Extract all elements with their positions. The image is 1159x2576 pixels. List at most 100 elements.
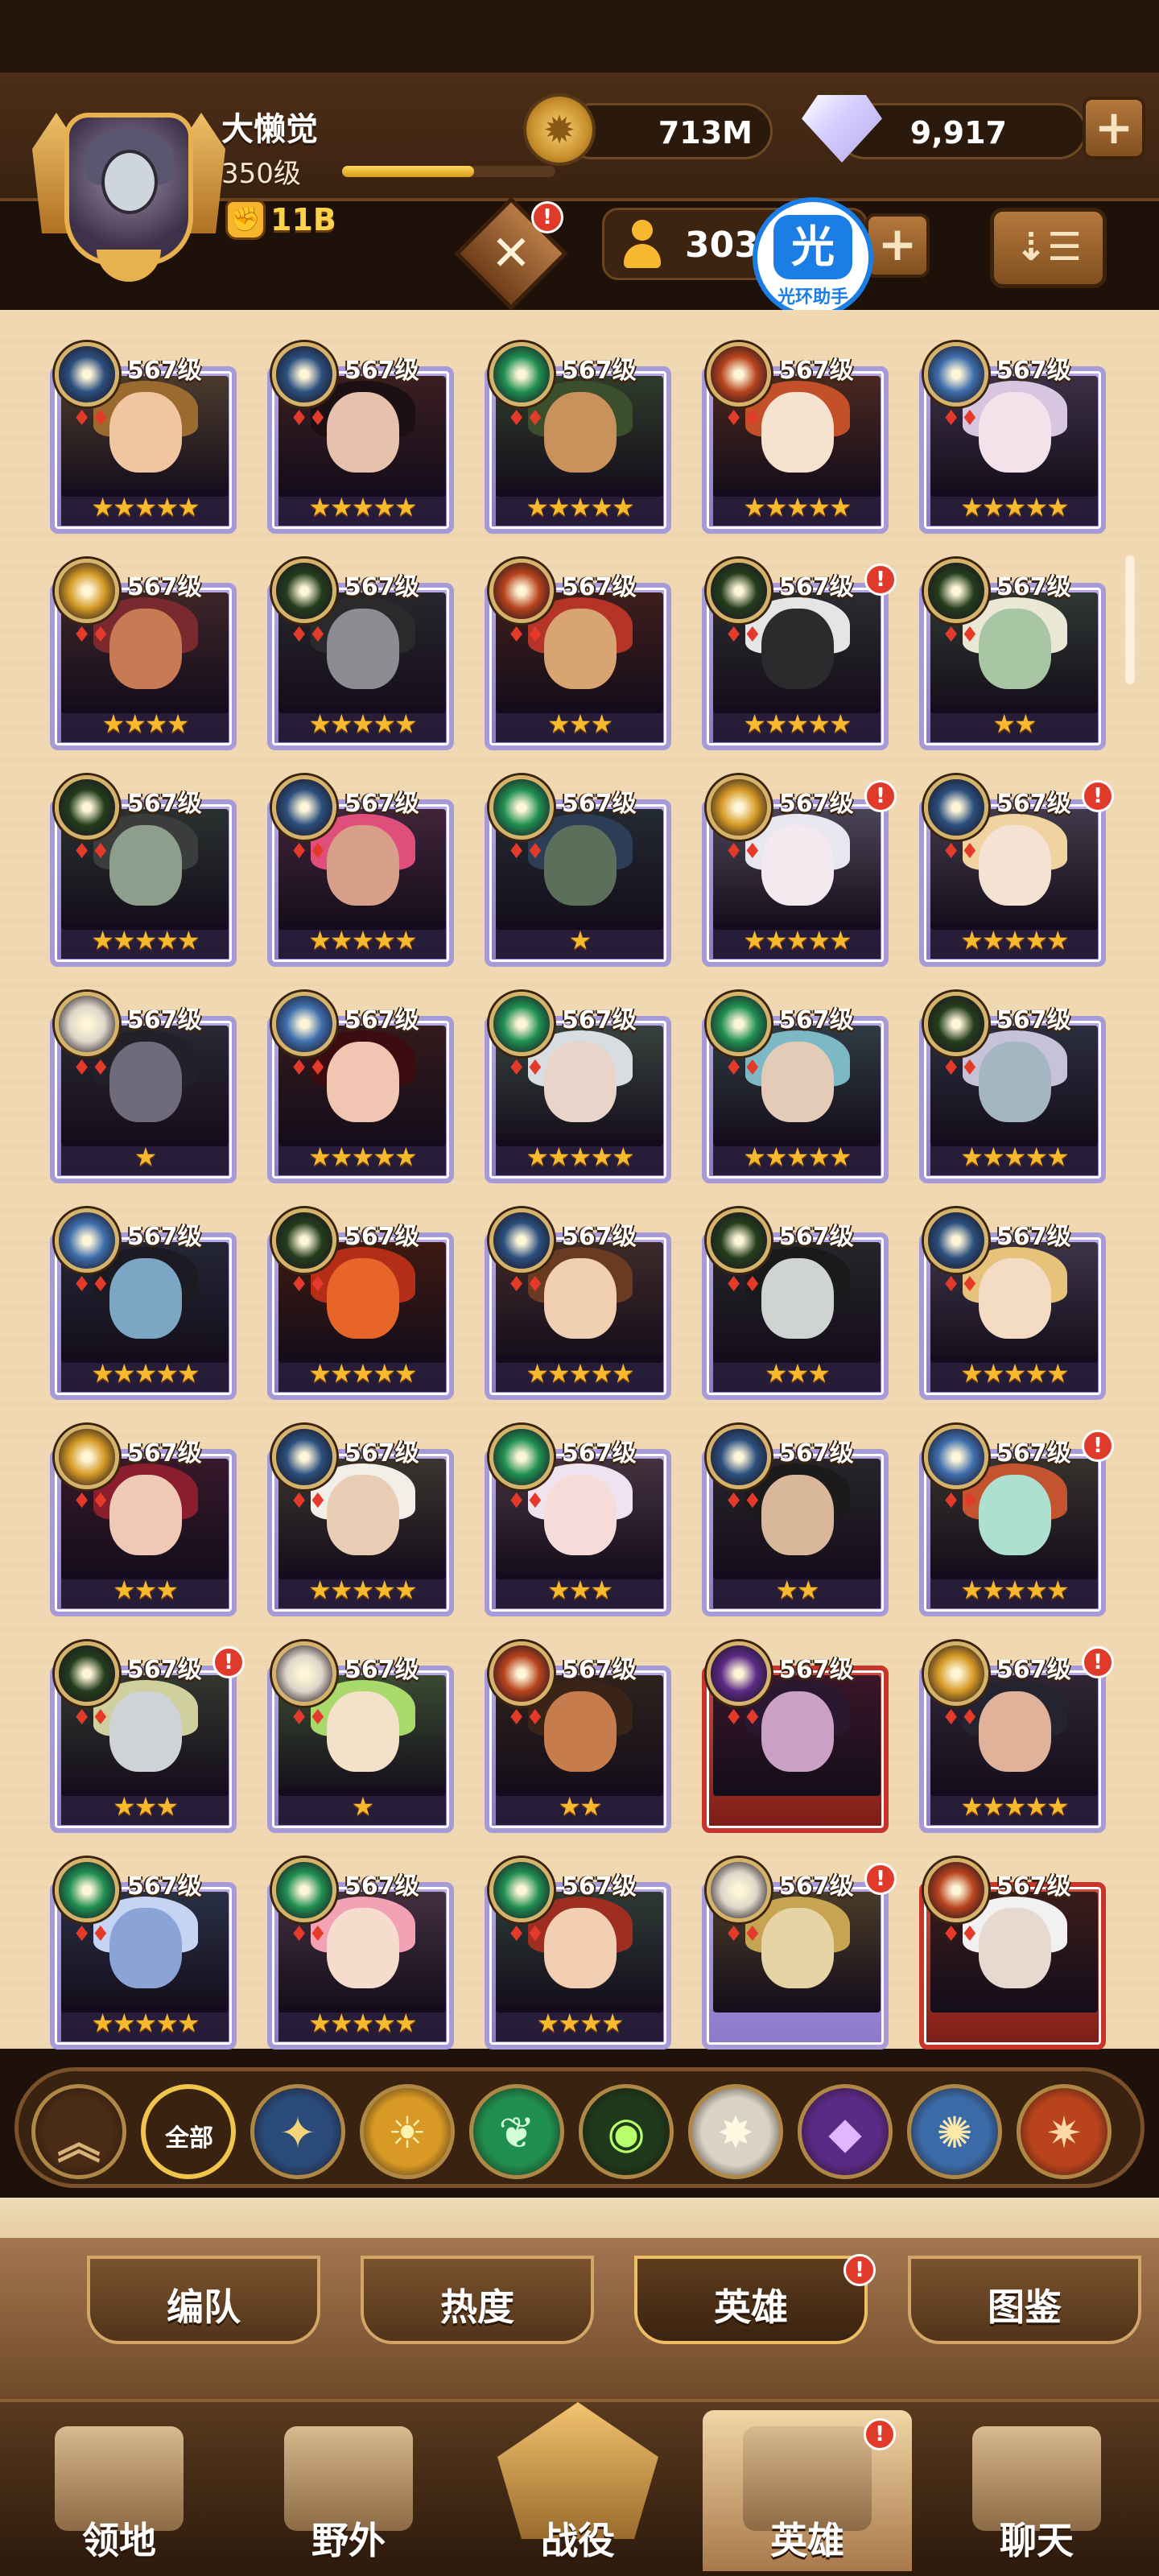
- nav-chat[interactable]: 聊天: [932, 2410, 1141, 2571]
- star-rating: ★★★★★: [960, 492, 1069, 522]
- avatar-gem: [97, 250, 161, 282]
- hero-face: [544, 1691, 617, 1772]
- red-gem-icon: ♦♦: [507, 1489, 545, 1513]
- nav-territory[interactable]: 领地: [14, 2410, 224, 2571]
- hero-card[interactable]: ★★★★★ ♦♦ 567级: [267, 559, 460, 752]
- hero-card[interactable]: ★★★★★ ♦♦ 567级: [919, 1208, 1112, 1402]
- star-rating: ★★★★★: [308, 1358, 417, 1389]
- hero-card[interactable]: ★ ♦♦ 567级: [485, 775, 678, 968]
- hero-card[interactable]: ♦♦ 567级!: [702, 1858, 897, 2051]
- red-gem-icon: ♦♦: [72, 1922, 110, 1946]
- filter-celestial-blue-button[interactable]: ✺: [907, 2084, 1002, 2179]
- hero-card[interactable]: ★★★★★ ♦♦ 567级!: [919, 1641, 1114, 1835]
- hero-card[interactable]: ★★★★★ ♦♦ 567级: [485, 1208, 678, 1402]
- hero-face: [979, 1691, 1051, 1772]
- hero-card[interactable]: ★★★ ♦♦ 567级: [702, 1208, 895, 1402]
- hero-card[interactable]: ★ ♦♦ 567级: [50, 992, 243, 1185]
- hero-card[interactable]: ★★★★★ ♦♦ 567级: [702, 992, 895, 1185]
- hero-card[interactable]: ★★★★★ ♦♦ 567级: [919, 992, 1112, 1185]
- hero-card[interactable]: ★★★★★ ♦♦ 567级!: [919, 1425, 1114, 1618]
- hero-card[interactable]: ★★ ♦♦ 567级: [702, 1425, 895, 1618]
- hero-card[interactable]: ★★★ ♦♦ 567级!: [50, 1641, 245, 1835]
- sort-button[interactable]: ⇣☰: [990, 208, 1107, 288]
- collapse-up-button[interactable]: ︽: [31, 2084, 126, 2179]
- filter-lightbearer-white-button[interactable]: ✸: [688, 2084, 783, 2179]
- red-gem-icon: ♦♦: [507, 1056, 545, 1080]
- tab-formation[interactable]: 编队: [87, 2256, 320, 2344]
- hero-card[interactable]: ★★★ ♦♦ 567级: [485, 1425, 678, 1618]
- hero-level: 567级: [127, 1656, 202, 1684]
- hero-level: 567级: [127, 1006, 202, 1034]
- hero-face: [109, 1691, 182, 1772]
- tab-popularity[interactable]: 热度: [361, 2256, 594, 2344]
- hero-card[interactable]: ★★★★★ ♦♦ 567级: [267, 992, 460, 1185]
- hero-card[interactable]: ★★★★★ ♦♦ 567级: [50, 1858, 243, 2051]
- filter-all-button[interactable]: 全部: [141, 2084, 236, 2179]
- filter-hypogean-button[interactable]: ◆: [798, 2084, 893, 2179]
- red-gem-icon: ♦♦: [72, 1056, 110, 1080]
- status-bar: [0, 0, 1159, 72]
- nav-campaign[interactable]: 战役: [473, 2402, 683, 2571]
- hero-card[interactable]: ★★★★★ ♦♦ 567级: [50, 1208, 243, 1402]
- star-rating: ★★★★★: [743, 492, 852, 522]
- add-hero-slots-button[interactable]: +: [865, 213, 930, 278]
- nav-heroes[interactable]: 英雄!: [703, 2410, 912, 2571]
- tab-label: 英雄: [714, 2285, 788, 2329]
- faction-lightbearer-white-icon: [55, 992, 119, 1056]
- filter-wilder-button[interactable]: ❦: [469, 2084, 564, 2179]
- hero-card[interactable]: ★★ ♦♦ 567级: [919, 559, 1112, 752]
- hero-card[interactable]: ★★★★★ ♦♦ 567级: [267, 775, 460, 968]
- hero-level: 567级: [344, 573, 419, 601]
- hero-card[interactable]: ★ ♦♦ 567级: [267, 1641, 460, 1835]
- faction-wilder-icon: [489, 1858, 554, 1922]
- tab-heroes[interactable]: 英雄!: [634, 2254, 876, 2344]
- red-gem-icon: ♦♦: [290, 1273, 328, 1297]
- player-avatar[interactable]: [32, 97, 225, 290]
- hero-card[interactable]: ★★★ ♦♦ 567级: [50, 1425, 243, 1618]
- hero-card[interactable]: ★★★★★ ♦♦ 567级: [485, 992, 678, 1185]
- star-rating: ★: [134, 1141, 158, 1172]
- hero-grid-scrollbar[interactable]: [1125, 555, 1135, 684]
- hero-card[interactable]: ★★★★★ ♦♦ 567级: [702, 342, 895, 535]
- star-rating: ★★★: [764, 1358, 831, 1389]
- filter-mauler-button[interactable]: ◉: [579, 2084, 674, 2179]
- hero-card[interactable]: ★★★★★ ♦♦ 567级: [267, 1208, 460, 1402]
- summon-button[interactable]: ✕ !: [451, 196, 571, 311]
- filter-celestial-button[interactable]: ✦: [250, 2084, 345, 2179]
- hero-card[interactable]: ★★★★★ ♦♦ 567级: [267, 1858, 460, 2051]
- filter-lightbearer-button[interactable]: ☀: [360, 2084, 455, 2179]
- hero-card[interactable]: ♦♦ 567级: [919, 1858, 1112, 2051]
- hero-level: 567级: [562, 1223, 637, 1251]
- filter-graveborn-red-button[interactable]: ✷: [1017, 2084, 1112, 2179]
- hero-face: [979, 825, 1051, 906]
- faction-filter-bar: ︽ 全部 ✦ ☀ ❦ ◉ ✸ ◆ ✺ ✷: [14, 2067, 1145, 2188]
- hero-face: [761, 392, 834, 473]
- hero-card[interactable]: ♦♦ 567级: [702, 1641, 895, 1835]
- star-rating: ★★★: [112, 1791, 179, 1822]
- hero-card[interactable]: ★★★★★ ♦♦ 567级!: [702, 775, 897, 968]
- hero-card[interactable]: ★★★★★ ♦♦ 567级: [50, 342, 243, 535]
- hero-card[interactable]: ★★★★ ♦♦ 567级: [485, 1858, 678, 2051]
- hero-level: 567级: [562, 1872, 637, 1901]
- hero-card[interactable]: ★★★★★ ♦♦ 567级: [919, 342, 1112, 535]
- hero-card[interactable]: ★★ ♦♦ 567级: [485, 1641, 678, 1835]
- tab-codex[interactable]: 图鉴: [908, 2256, 1141, 2344]
- hero-face: [109, 1475, 182, 1555]
- faction-mauler-icon: [707, 559, 771, 623]
- hero-card[interactable]: ★★★★★ ♦♦ 567级: [267, 1425, 460, 1618]
- guanghuan-helper-watermark[interactable]: 光 光环助手: [753, 197, 873, 318]
- hero-card[interactable]: ★★★★ ♦♦ 567级: [50, 559, 243, 752]
- add-gems-button[interactable]: +: [1083, 97, 1145, 159]
- xp-fill: [342, 166, 475, 177]
- star-rating: ★★★: [547, 708, 613, 739]
- hero-card[interactable]: ★★★★★ ♦♦ 567级: [267, 342, 460, 535]
- bottom-navigation: 领地 野外 战役 英雄! 聊天: [0, 2399, 1159, 2576]
- hero-tabs: 编队 热度 英雄! 图鉴: [0, 2238, 1159, 2399]
- hero-card[interactable]: ★★★ ♦♦ 567级: [485, 559, 678, 752]
- hero-card[interactable]: ★★★★★ ♦♦ 567级: [485, 342, 678, 535]
- hero-grid[interactable]: ★★★★★ ♦♦ 567级 ★★★★★ ♦♦ 567级 ★★★★★ ♦♦ 567级 ★★★★★ ♦♦…: [0, 310, 1159, 2051]
- hero-card[interactable]: ★★★★★ ♦♦ 567级!: [702, 559, 897, 752]
- hero-card[interactable]: ★★★★★ ♦♦ 567级!: [919, 775, 1114, 968]
- hero-card[interactable]: ★★★★★ ♦♦ 567级: [50, 775, 243, 968]
- nav-wild[interactable]: 野外: [244, 2410, 453, 2571]
